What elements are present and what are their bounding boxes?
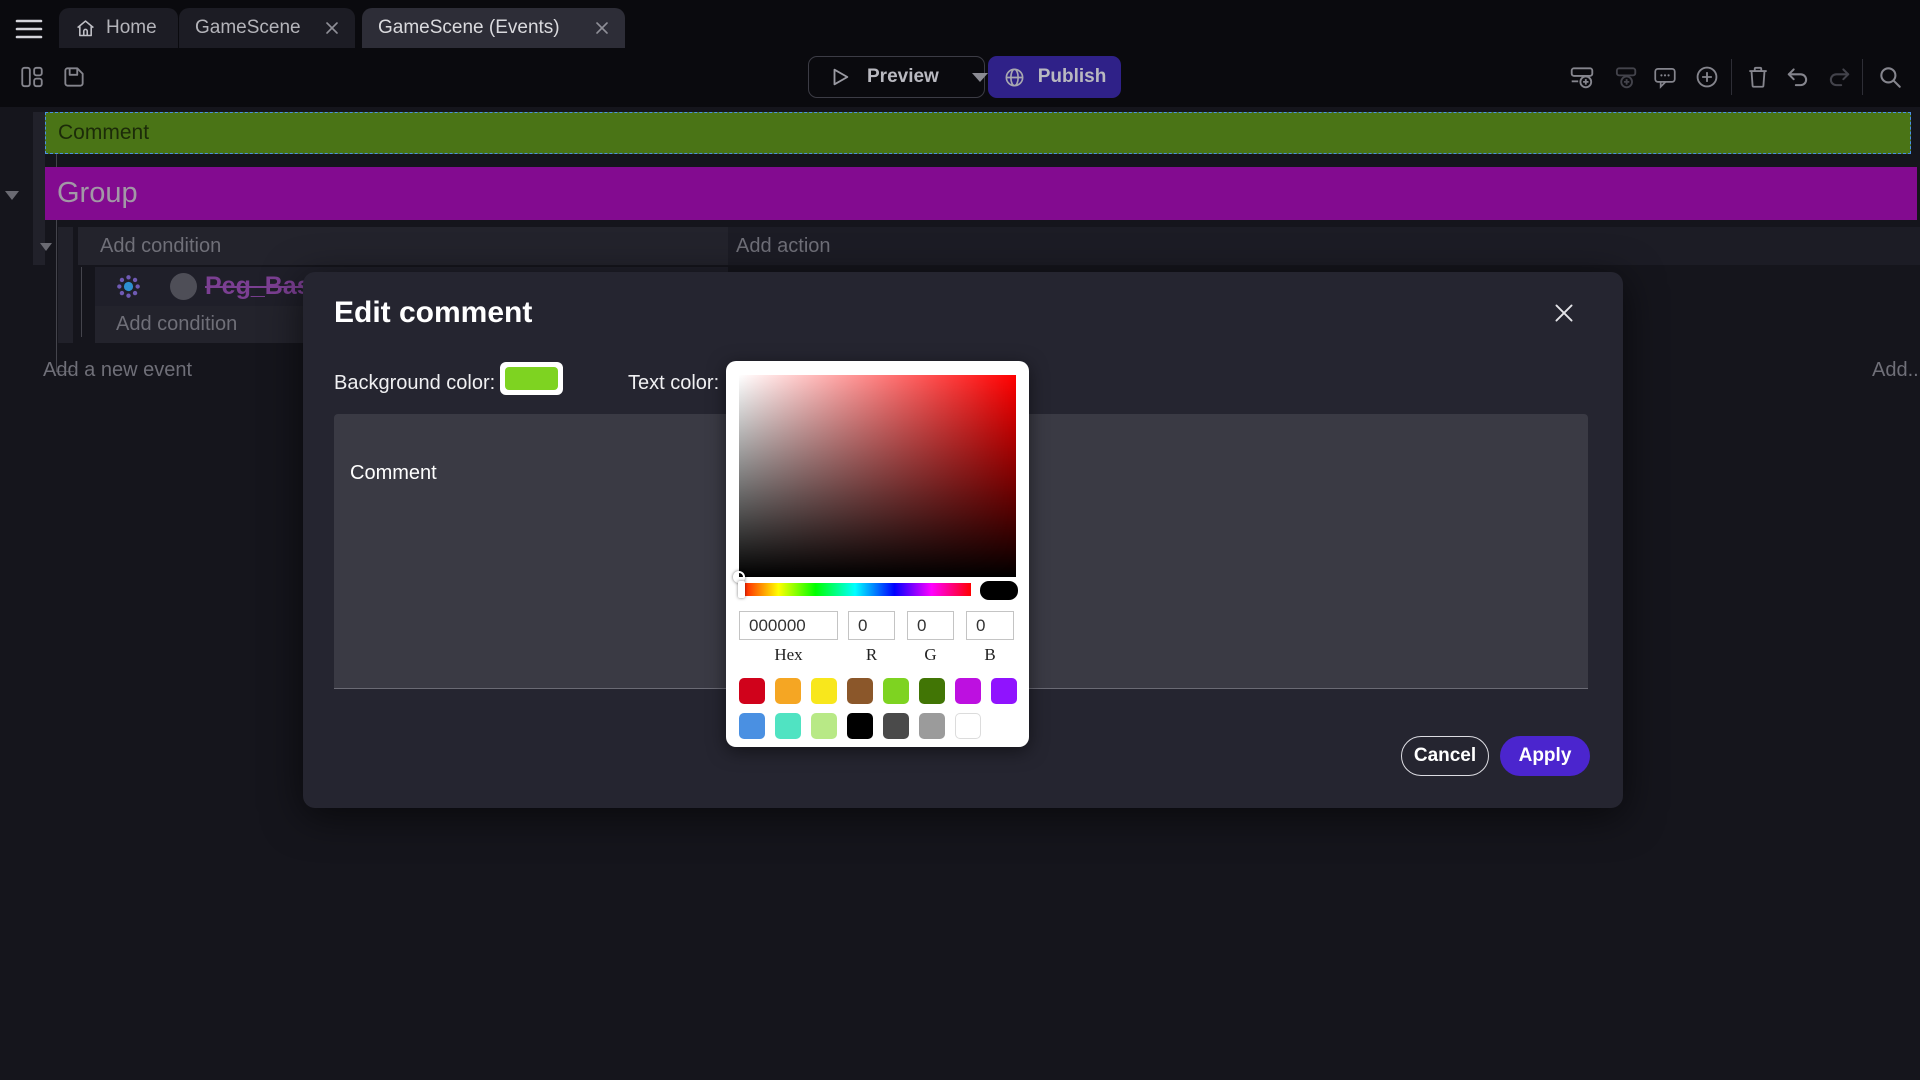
collapse-event-chevron[interactable] xyxy=(40,243,52,251)
publish-label: Publish xyxy=(1038,66,1107,88)
tab-label: Home xyxy=(106,17,157,39)
add-subevent-icon xyxy=(1612,64,1638,90)
add-other-button[interactable] xyxy=(1694,64,1720,90)
dialog-close-button[interactable] xyxy=(1551,300,1581,330)
tab-label: GameScene xyxy=(195,17,301,39)
behavior-icon xyxy=(116,274,141,299)
blue-input-label: B xyxy=(966,645,1014,665)
add-subevent-button[interactable] xyxy=(1612,64,1638,90)
comment-event[interactable]: Comment xyxy=(45,112,1911,154)
blue-input[interactable] xyxy=(966,611,1014,640)
tab-close-button[interactable] xyxy=(595,21,609,35)
top-bar: Home GameScene GameScene (Events) xyxy=(0,0,1920,107)
hue-slider-handle[interactable] xyxy=(738,581,745,598)
dialog-title: Edit comment xyxy=(334,296,532,330)
home-icon xyxy=(75,18,96,39)
preview-button[interactable]: Preview xyxy=(808,56,985,98)
preset-color-swatch[interactable] xyxy=(883,713,909,739)
add-action-link[interactable]: Add action xyxy=(736,235,831,258)
preset-color-swatch[interactable] xyxy=(811,713,837,739)
preset-color-swatch[interactable] xyxy=(739,678,765,704)
add-new-event-link[interactable]: Add a new event xyxy=(43,359,192,382)
preset-color-swatch[interactable] xyxy=(919,713,945,739)
tab-home[interactable]: Home xyxy=(59,8,178,48)
green-input[interactable] xyxy=(907,611,954,640)
preview-label: Preview xyxy=(867,66,939,88)
close-icon xyxy=(1551,300,1577,326)
add-event-icon xyxy=(1569,64,1595,90)
background-color-label: Background color: xyxy=(334,372,495,395)
current-color-preview xyxy=(980,581,1018,600)
add-more-link[interactable]: Add... xyxy=(1872,359,1920,382)
tab-gamescene[interactable]: GameScene xyxy=(179,8,355,48)
search-icon xyxy=(1877,64,1903,90)
tree-line xyxy=(81,267,82,337)
redo-icon xyxy=(1826,64,1852,90)
text-color-label: Text color: xyxy=(628,372,719,395)
color-picker-popover: Hex R G B xyxy=(726,361,1029,747)
redo-button[interactable] xyxy=(1826,64,1852,90)
tab-label: GameScene (Events) xyxy=(378,17,560,39)
toggle-panel-button[interactable] xyxy=(19,64,45,90)
preset-color-swatch[interactable] xyxy=(847,678,873,704)
comment-event-text: Comment xyxy=(58,121,149,145)
preset-color-swatch[interactable] xyxy=(955,713,981,739)
publish-button[interactable]: Publish xyxy=(988,56,1121,98)
preset-colors xyxy=(739,678,1027,739)
toolbar-divider xyxy=(1862,59,1863,95)
gdevelop-window: Home GameScene GameScene (Events) xyxy=(0,0,1920,1080)
preset-color-swatch[interactable] xyxy=(775,713,801,739)
hex-input-label: Hex xyxy=(739,645,838,665)
tab-gamescene-events[interactable]: GameScene (Events) xyxy=(362,8,625,48)
cancel-button[interactable]: Cancel xyxy=(1401,736,1489,776)
save-icon xyxy=(61,64,87,90)
preset-color-swatch[interactable] xyxy=(739,713,765,739)
preset-color-swatch[interactable] xyxy=(883,678,909,704)
preset-color-swatch[interactable] xyxy=(811,678,837,704)
apply-label: Apply xyxy=(1519,745,1572,767)
main-menu-button[interactable] xyxy=(14,16,44,42)
hex-input[interactable] xyxy=(739,611,838,640)
hue-slider[interactable] xyxy=(739,583,971,596)
group-event[interactable]: Group xyxy=(45,167,1917,220)
play-icon xyxy=(829,66,851,88)
undo-icon xyxy=(1785,64,1811,90)
search-button[interactable] xyxy=(1877,64,1903,90)
red-input[interactable] xyxy=(848,611,895,640)
conditions-column[interactable]: Add condition xyxy=(78,227,728,265)
collapse-group-chevron[interactable] xyxy=(5,191,19,200)
saturation-area[interactable] xyxy=(739,375,1016,577)
preset-color-swatch[interactable] xyxy=(991,678,1017,704)
red-input-label: R xyxy=(848,645,895,665)
preset-color-swatch[interactable] xyxy=(919,678,945,704)
preset-color-swatch[interactable] xyxy=(847,713,873,739)
preset-color-swatch[interactable] xyxy=(775,678,801,704)
trash-icon xyxy=(1745,64,1771,90)
add-condition-link[interactable]: Add condition xyxy=(116,313,237,336)
actions-column[interactable]: Add action xyxy=(728,227,1920,265)
preview-dropdown-caret[interactable] xyxy=(972,73,988,82)
group-event-text: Group xyxy=(57,177,138,210)
add-comment-icon xyxy=(1652,64,1678,90)
add-condition-link[interactable]: Add condition xyxy=(100,235,221,258)
toolbar-divider xyxy=(1731,59,1732,95)
event-drag-handle[interactable] xyxy=(58,227,73,343)
hamburger-icon xyxy=(14,16,44,42)
layout-panel-icon xyxy=(19,64,45,90)
add-event-button[interactable] xyxy=(1569,64,1595,90)
plus-circle-icon xyxy=(1694,64,1720,90)
delete-button[interactable] xyxy=(1745,64,1771,90)
save-button[interactable] xyxy=(61,64,87,90)
background-color-swatch[interactable] xyxy=(500,362,563,395)
apply-button[interactable]: Apply xyxy=(1500,736,1590,776)
object-thumbnail xyxy=(170,273,197,300)
cancel-label: Cancel xyxy=(1414,745,1476,767)
background-color-swatch-fill xyxy=(505,367,558,390)
add-comment-button[interactable] xyxy=(1652,64,1678,90)
undo-button[interactable] xyxy=(1785,64,1811,90)
green-input-label: G xyxy=(907,645,954,665)
preset-color-swatch[interactable] xyxy=(955,678,981,704)
tab-close-button[interactable] xyxy=(325,21,339,35)
globe-icon xyxy=(1003,66,1026,89)
